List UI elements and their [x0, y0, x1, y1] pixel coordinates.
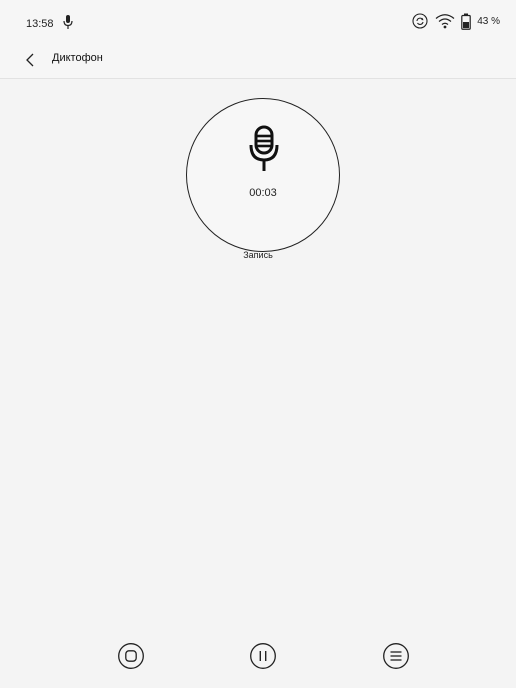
wifi-icon	[435, 13, 455, 29]
record-indicator: 00:03	[186, 98, 340, 252]
sync-icon	[411, 12, 429, 30]
list-icon	[383, 643, 409, 669]
recording-status: Запись	[243, 250, 273, 260]
page-title: Диктофон	[52, 52, 103, 64]
battery-percent: 43 %	[477, 15, 500, 27]
status-icons: 43 %	[411, 12, 500, 30]
stop-button[interactable]	[117, 642, 145, 670]
studio-microphone-icon	[248, 125, 280, 173]
back-button[interactable]	[20, 49, 42, 71]
recordings-list-button[interactable]	[382, 642, 410, 670]
status-time: 13:58	[26, 18, 54, 30]
app-header: Диктофон	[0, 40, 516, 79]
pause-button[interactable]	[249, 642, 277, 670]
microphone-icon	[63, 14, 73, 30]
stop-icon	[118, 643, 144, 669]
battery-icon	[461, 13, 472, 30]
status-bar: 13:58 43 %	[0, 0, 516, 40]
chevron-left-icon	[26, 53, 34, 67]
record-timer: 00:03	[249, 187, 277, 199]
pause-icon	[250, 643, 276, 669]
voice-recorder-screen: 13:58 43 % Диктофон 00:03 Запись	[0, 0, 516, 688]
